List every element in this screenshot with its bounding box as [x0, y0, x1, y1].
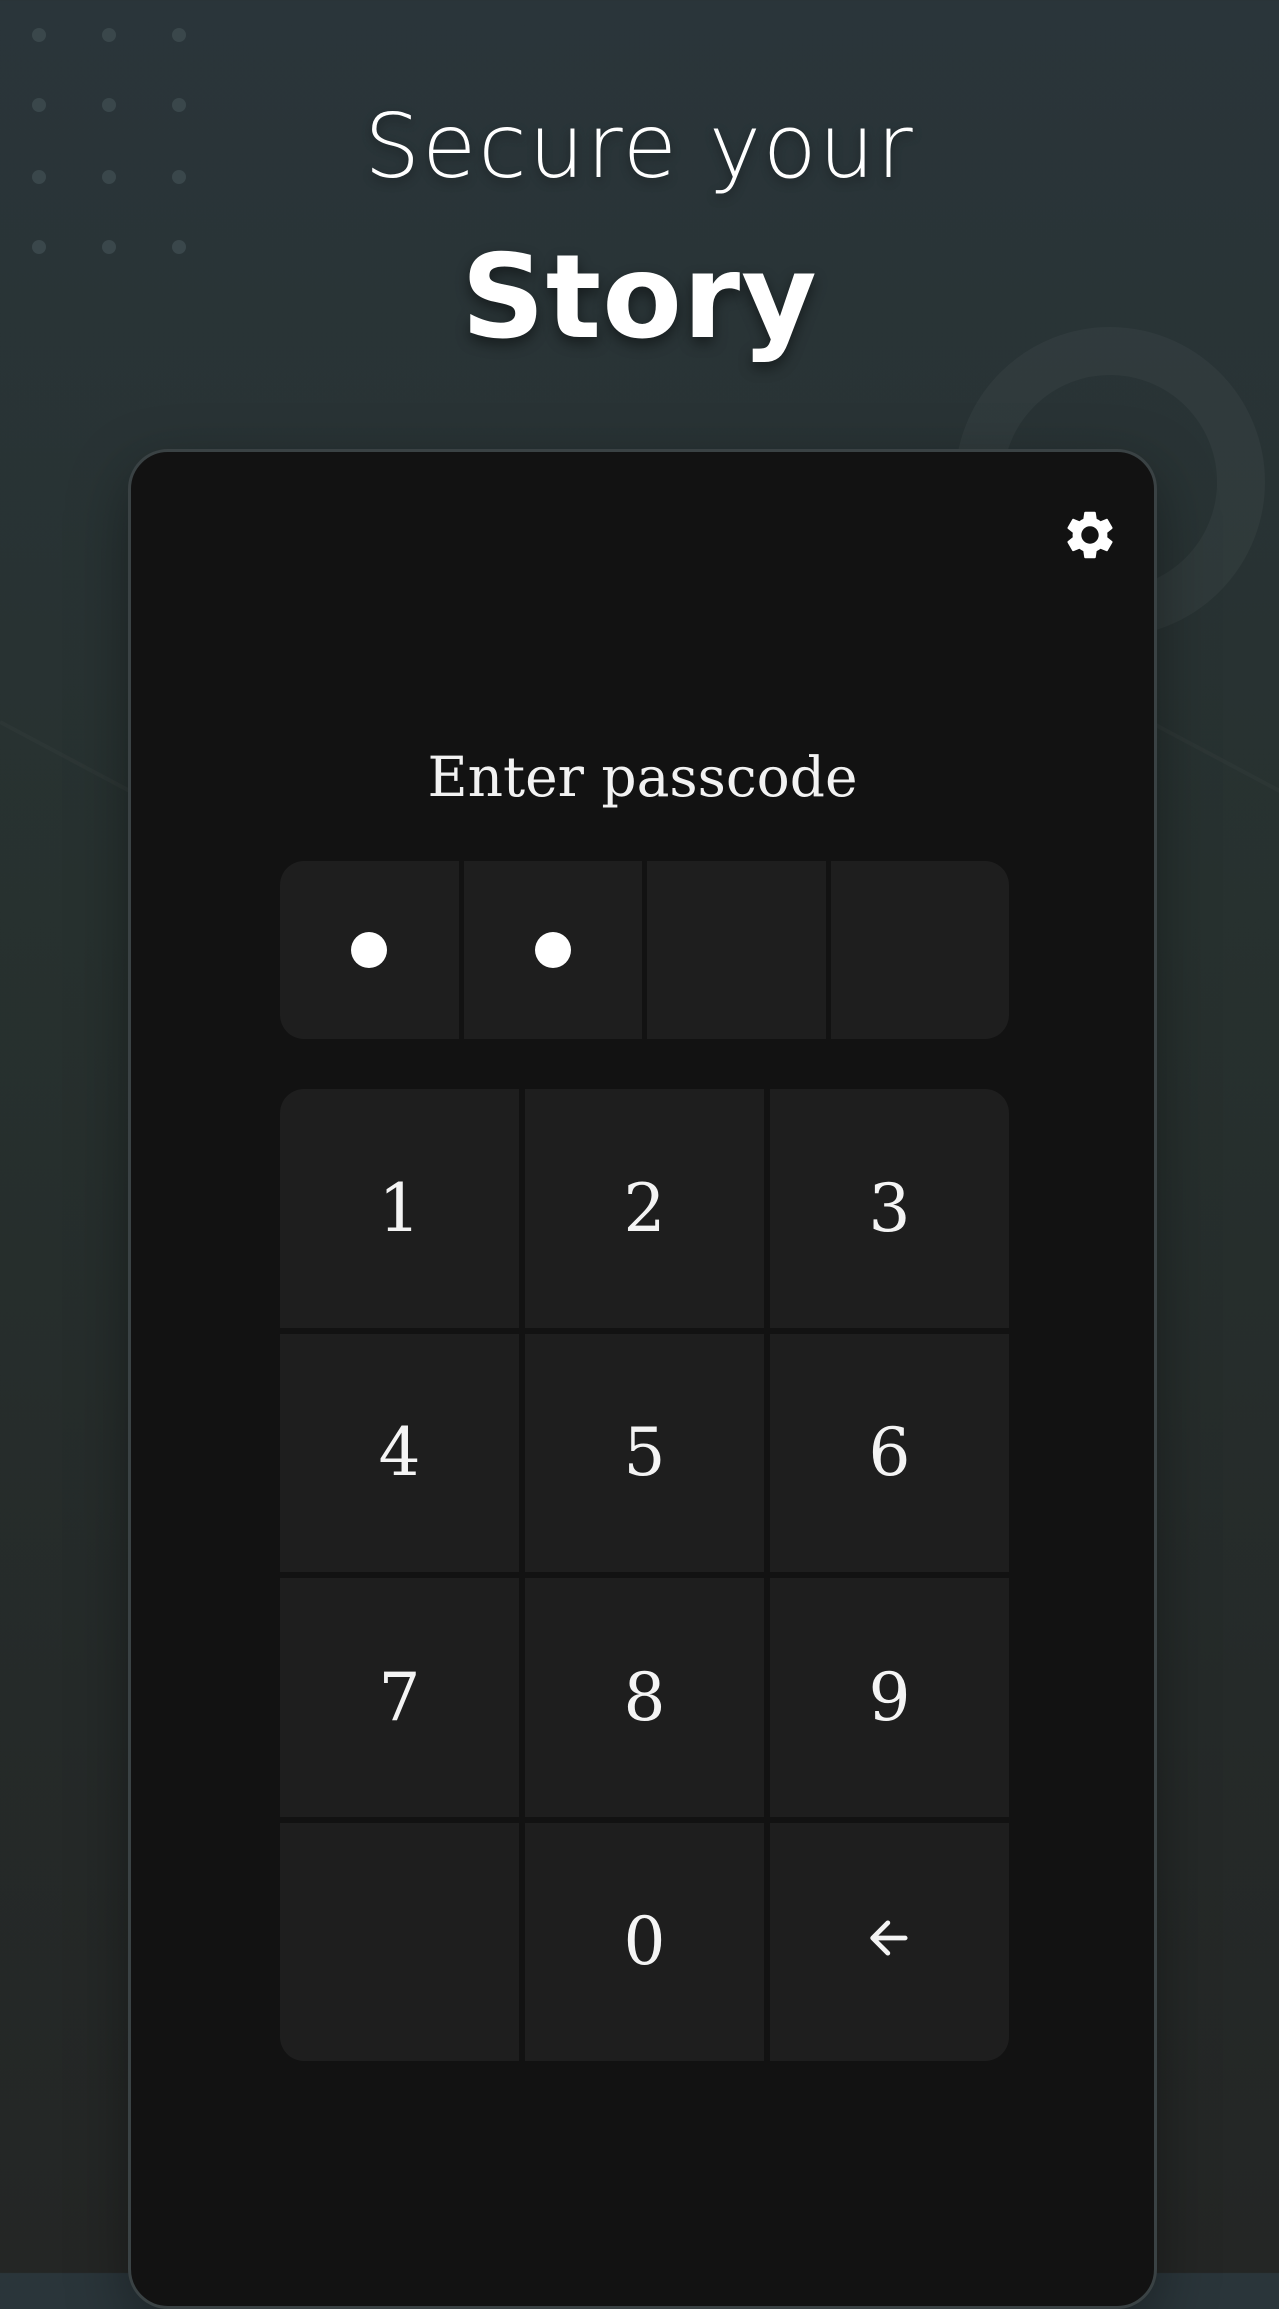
- key-5[interactable]: 5: [525, 1333, 764, 1572]
- gear-icon: [1061, 506, 1119, 569]
- lock-screen-panel: Enter passcode 1 2 3 4 5 6 7 8 9 0: [128, 449, 1157, 2309]
- key-6[interactable]: 6: [770, 1333, 1009, 1572]
- key-8[interactable]: 8: [525, 1578, 764, 1817]
- background-line: [1149, 720, 1279, 799]
- key-4[interactable]: 4: [280, 1333, 519, 1572]
- arrow-left-icon: [864, 1903, 916, 1980]
- passcode-prompt: Enter passcode: [427, 745, 858, 809]
- key-2[interactable]: 2: [525, 1089, 764, 1328]
- key-9[interactable]: 9: [770, 1578, 1009, 1817]
- passcode-slot: [830, 861, 1009, 1039]
- number-keypad: 1 2 3 4 5 6 7 8 9 0: [280, 1089, 1009, 2061]
- passcode-indicator: [280, 861, 1009, 1039]
- passcode-slot: [280, 861, 459, 1039]
- passcode-dot-filled: [351, 932, 388, 968]
- key-7[interactable]: 7: [280, 1578, 519, 1817]
- key-3[interactable]: 3: [770, 1089, 1009, 1328]
- passcode-slot: [463, 861, 642, 1039]
- backspace-button[interactable]: [770, 1822, 1009, 2061]
- brand-title: Story: [461, 230, 818, 365]
- key-1[interactable]: 1: [280, 1089, 519, 1328]
- tagline: Secure your: [364, 95, 915, 198]
- key-empty: [280, 1822, 519, 2061]
- settings-button[interactable]: [1058, 505, 1122, 569]
- passcode-dot-filled: [534, 932, 571, 968]
- key-0[interactable]: 0: [525, 1822, 764, 2061]
- passcode-slot: [647, 861, 826, 1039]
